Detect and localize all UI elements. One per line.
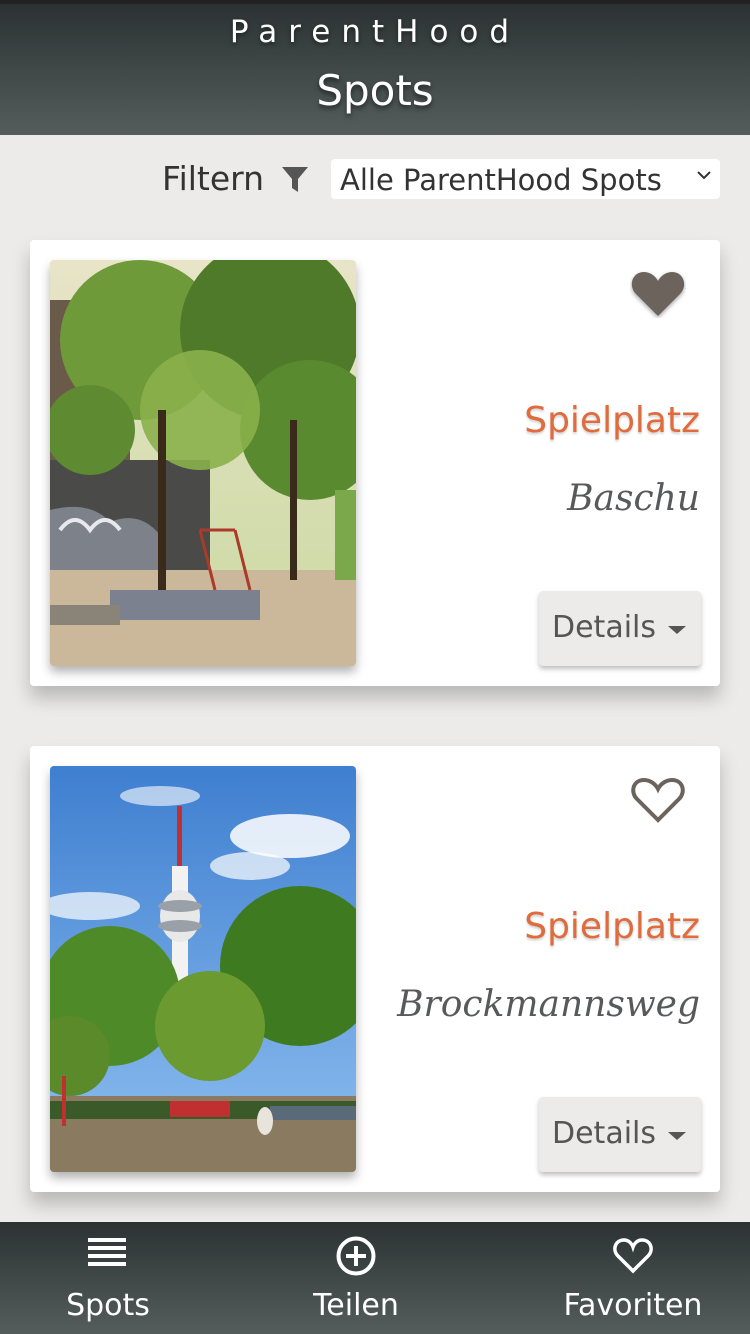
- list-icon: [88, 1238, 126, 1266]
- spot-card[interactable]: Spielplatz Baschu Details: [30, 240, 720, 686]
- plus-circle-icon: [336, 1236, 376, 1276]
- tab-label: Spots: [66, 1288, 150, 1323]
- heart-outline-icon[interactable]: [630, 774, 686, 824]
- details-button[interactable]: Details: [539, 1097, 701, 1172]
- details-label: Details: [552, 1116, 657, 1151]
- spot-name: Baschu: [567, 478, 700, 519]
- chevron-down-icon: [697, 171, 711, 180]
- details-label: Details: [552, 610, 657, 645]
- tab-teilen[interactable]: Teilen: [276, 1222, 436, 1334]
- tab-spots[interactable]: Spots: [28, 1222, 188, 1334]
- tab-label: Teilen: [313, 1288, 399, 1323]
- heart-outline-icon: [613, 1238, 653, 1274]
- details-button[interactable]: Details: [539, 591, 701, 666]
- filter-label: Filtern: [162, 159, 265, 198]
- bottom-tab-bar: Spots Teilen Favoriten: [0, 1222, 750, 1334]
- filter-select[interactable]: Alle ParentHood Spots: [331, 159, 720, 199]
- spot-category: Spielplatz: [524, 906, 700, 947]
- filter-select-value: Alle ParentHood Spots: [340, 163, 662, 197]
- caret-down-icon: [668, 626, 686, 634]
- tv-tower-park-photo: [50, 766, 356, 1172]
- tab-favoriten[interactable]: Favoriten: [543, 1222, 723, 1334]
- spot-category: Spielplatz: [524, 400, 700, 441]
- tab-label: Favoriten: [563, 1288, 703, 1323]
- playground-graffiti-trees-photo: [50, 260, 356, 666]
- filter-icon[interactable]: [281, 165, 309, 195]
- filter-bar: Filtern Alle ParentHood Spots: [0, 155, 750, 205]
- page-title: Spots: [316, 66, 434, 115]
- spot-card[interactable]: Spielplatz Brockmannsweg Details: [30, 746, 720, 1192]
- caret-down-icon: [668, 1132, 686, 1140]
- brand-title: ParentHood: [229, 14, 521, 50]
- spot-name: Brockmannsweg: [397, 984, 700, 1025]
- heart-filled-icon[interactable]: [630, 268, 686, 318]
- app-header: ParentHood Spots: [0, 0, 750, 135]
